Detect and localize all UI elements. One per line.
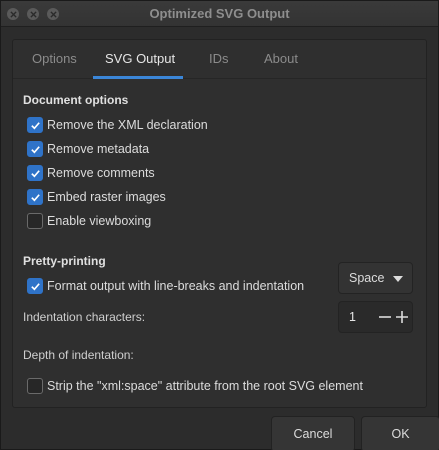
strip-xml-space-checkbox[interactable]: Strip the "xml:space" attribute from the… <box>27 378 363 394</box>
remove-comments-checkbox[interactable]: Remove comments <box>27 165 155 181</box>
tab-bar: Options SVG Output IDs About <box>13 40 426 79</box>
tab-panel: Options SVG Output IDs About Document op… <box>12 39 427 408</box>
minus-icon[interactable] <box>377 309 393 325</box>
remove-comments-label: Remove comments <box>47 166 155 180</box>
enable-viewboxing-label: Enable viewboxing <box>47 214 152 228</box>
remove-metadata-checkbox[interactable]: Remove metadata <box>27 141 149 157</box>
active-tab-indicator <box>93 76 183 79</box>
tab-options[interactable]: Options <box>32 51 77 66</box>
checkbox-checked-icon[interactable] <box>27 278 43 294</box>
strip-xml-space-label: Strip the "xml:space" attribute from the… <box>47 379 363 393</box>
cancel-button[interactable]: Cancel <box>271 416 355 450</box>
indentation-characters-dropdown[interactable]: Space <box>338 262 413 294</box>
checkbox-checked-icon[interactable] <box>27 141 43 157</box>
tab-svg-output[interactable]: SVG Output <box>105 51 175 66</box>
embed-raster-images-label: Embed raster images <box>47 190 166 204</box>
checkbox-unchecked-icon[interactable] <box>27 213 43 229</box>
pretty-printing-heading: Pretty-printing <box>23 254 106 268</box>
remove-xml-declaration-checkbox[interactable]: Remove the XML declaration <box>27 117 208 133</box>
remove-xml-declaration-label: Remove the XML declaration <box>47 118 208 132</box>
document-options-heading: Document options <box>23 93 129 107</box>
depth-of-indentation-value[interactable]: 1 <box>349 310 356 324</box>
chevron-down-icon <box>393 276 403 282</box>
indentation-characters-value: Space <box>349 271 385 285</box>
checkbox-checked-icon[interactable] <box>27 117 43 133</box>
depth-of-indentation-spinbox[interactable]: 1 <box>338 301 413 333</box>
format-output-checkbox[interactable]: Format output with line-breaks and inden… <box>27 278 304 294</box>
window-title: Optimized SVG Output <box>149 6 290 21</box>
indentation-characters-label: Indentation characters: <box>23 310 146 324</box>
format-output-label: Format output with line-breaks and inden… <box>47 279 305 293</box>
depth-of-indentation-label: Depth of indentation: <box>23 348 134 362</box>
tab-ids[interactable]: IDs <box>209 51 229 66</box>
checkbox-checked-icon[interactable] <box>27 189 43 205</box>
title-bar[interactable]: Optimized SVG Output <box>1 1 438 27</box>
plus-icon[interactable] <box>394 309 410 325</box>
checkbox-checked-icon[interactable] <box>27 165 43 181</box>
remove-metadata-label: Remove metadata <box>47 142 150 156</box>
tab-about[interactable]: About <box>264 51 298 66</box>
ok-button[interactable]: OK <box>361 416 439 450</box>
enable-viewboxing-checkbox[interactable]: Enable viewboxing <box>27 213 151 229</box>
embed-raster-images-checkbox[interactable]: Embed raster images <box>27 189 166 205</box>
checkbox-unchecked-icon[interactable] <box>27 378 43 394</box>
dialog-window: Optimized SVG Output Options SVG Output … <box>0 0 439 450</box>
